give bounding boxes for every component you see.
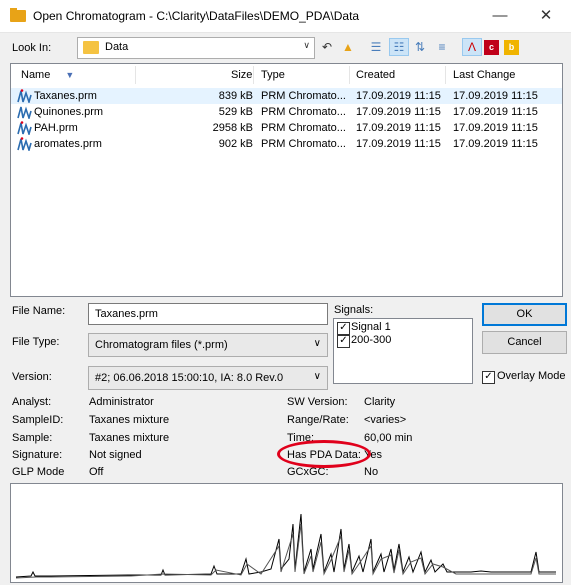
file-row[interactable]: Quinones.prm 529 kB PRM Chromato... 17.0… — [11, 104, 562, 120]
file-type-label: File Type: — [12, 336, 60, 348]
close-button[interactable]: ✕ — [523, 0, 569, 32]
column-header-size[interactable]: Size — [231, 64, 252, 86]
lookin-combo[interactable]: Data ∨ — [77, 37, 315, 59]
signal-200-300-checkbox[interactable]: ✓ — [337, 335, 350, 348]
sampleid-label: SampleID: — [12, 414, 64, 426]
signal-1-label: Signal 1 — [351, 321, 391, 333]
sample-label: Sample: — [12, 432, 53, 444]
column-header-created[interactable]: Created — [356, 64, 395, 86]
version-label: Version: — [12, 371, 52, 383]
column-header-last-change[interactable]: Last Change — [453, 64, 515, 86]
glp-mode-label: GLP Mode — [12, 466, 65, 478]
template-icon[interactable]: b — [504, 40, 519, 55]
filter-icon[interactable]: ≡ — [433, 38, 451, 56]
time-value: 60,00 min — [364, 432, 413, 444]
chevron-down-icon: ∨ — [313, 371, 321, 382]
gcxgc-value: No — [364, 466, 379, 478]
details-view-icon[interactable]: ☷ — [389, 38, 409, 56]
range-rate-label: Range/Rate: — [287, 414, 349, 426]
folder-icon — [10, 8, 26, 22]
file-row[interactable]: PAH.prm 2958 kB PRM Chromato... 17.09.20… — [11, 120, 562, 136]
version-select[interactable]: #2; 06.06.2018 15:00:10, IA: 8.0 Rev.0 ∨ — [88, 366, 328, 390]
title-bar: Open Chromatogram - C:\Clarity\DataFiles… — [0, 0, 571, 33]
signal-200-300-label: 200-300 — [351, 334, 392, 346]
file-name-input[interactable]: Taxanes.prm — [88, 303, 328, 325]
sample-value: Taxanes mixture — [89, 432, 170, 444]
signature-label: Signature: — [12, 449, 63, 461]
file-name-label: File Name: — [12, 305, 66, 317]
chromatogram-file-icon — [17, 106, 32, 119]
analyst-label: Analyst: — [12, 396, 52, 408]
file-type-select[interactable]: Chromatogram files (*.prm) ∨ — [88, 333, 328, 357]
sort-icon[interactable]: ⇅ — [411, 38, 429, 56]
range-rate-value: <varies> — [364, 414, 407, 426]
sampleid-value: Taxanes mixture — [89, 414, 170, 426]
sw-version-label: SW Version: — [287, 396, 348, 408]
file-list[interactable]: Name ▼ Size Type Created Last Change Tax… — [10, 63, 563, 297]
chevron-down-icon: ∨ — [303, 40, 310, 50]
back-icon[interactable]: ↶ — [318, 38, 336, 56]
sort-arrow-icon: ▼ — [65, 70, 75, 80]
chromatogram-icon[interactable]: Λ — [462, 38, 482, 56]
ok-button[interactable]: OK — [482, 303, 567, 326]
folder-icon — [83, 41, 99, 54]
lookin-value: Data — [105, 41, 129, 53]
highlight-ellipse — [277, 440, 371, 468]
sw-version-value: Clarity — [364, 396, 396, 408]
chromatogram-file-icon — [17, 89, 32, 103]
lookin-label: Look In: — [12, 42, 52, 54]
column-header-type[interactable]: Type — [261, 64, 285, 86]
column-header-name[interactable]: Name ▼ — [21, 64, 74, 86]
glp-mode-value: Off — [89, 466, 104, 478]
minimize-button[interactable]: — — [477, 0, 523, 32]
list-view-icon[interactable]: ☰ — [367, 38, 385, 56]
signal-1-checkbox[interactable]: ✓ — [337, 322, 350, 335]
overlay-mode-label: Overlay Mode — [497, 370, 566, 382]
signals-label: Signals: — [334, 304, 374, 316]
cancel-button[interactable]: Cancel — [482, 331, 567, 354]
calibration-icon[interactable]: c — [484, 40, 499, 55]
chromatogram-file-icon — [17, 137, 32, 151]
file-row[interactable]: Taxanes.prm 839 kB PRM Chromato... 17.09… — [11, 88, 562, 104]
chromatogram-file-icon — [17, 121, 32, 135]
overlay-mode-checkbox[interactable]: ✓ — [482, 371, 495, 384]
up-folder-icon[interactable]: ▲ — [339, 38, 357, 56]
chromatogram-trace — [15, 513, 556, 579]
window-title: Open Chromatogram - C:\Clarity\DataFiles… — [33, 9, 360, 23]
chevron-down-icon: ∨ — [313, 338, 321, 349]
signals-list[interactable]: ✓ Signal 1 ✓ 200-300 — [333, 318, 473, 384]
signature-value: Not signed — [89, 449, 142, 461]
file-row[interactable]: aromates.prm 902 kB PRM Chromato... 17.0… — [11, 136, 562, 152]
chromatogram-preview — [10, 483, 563, 583]
analyst-value: Administrator — [89, 396, 154, 408]
